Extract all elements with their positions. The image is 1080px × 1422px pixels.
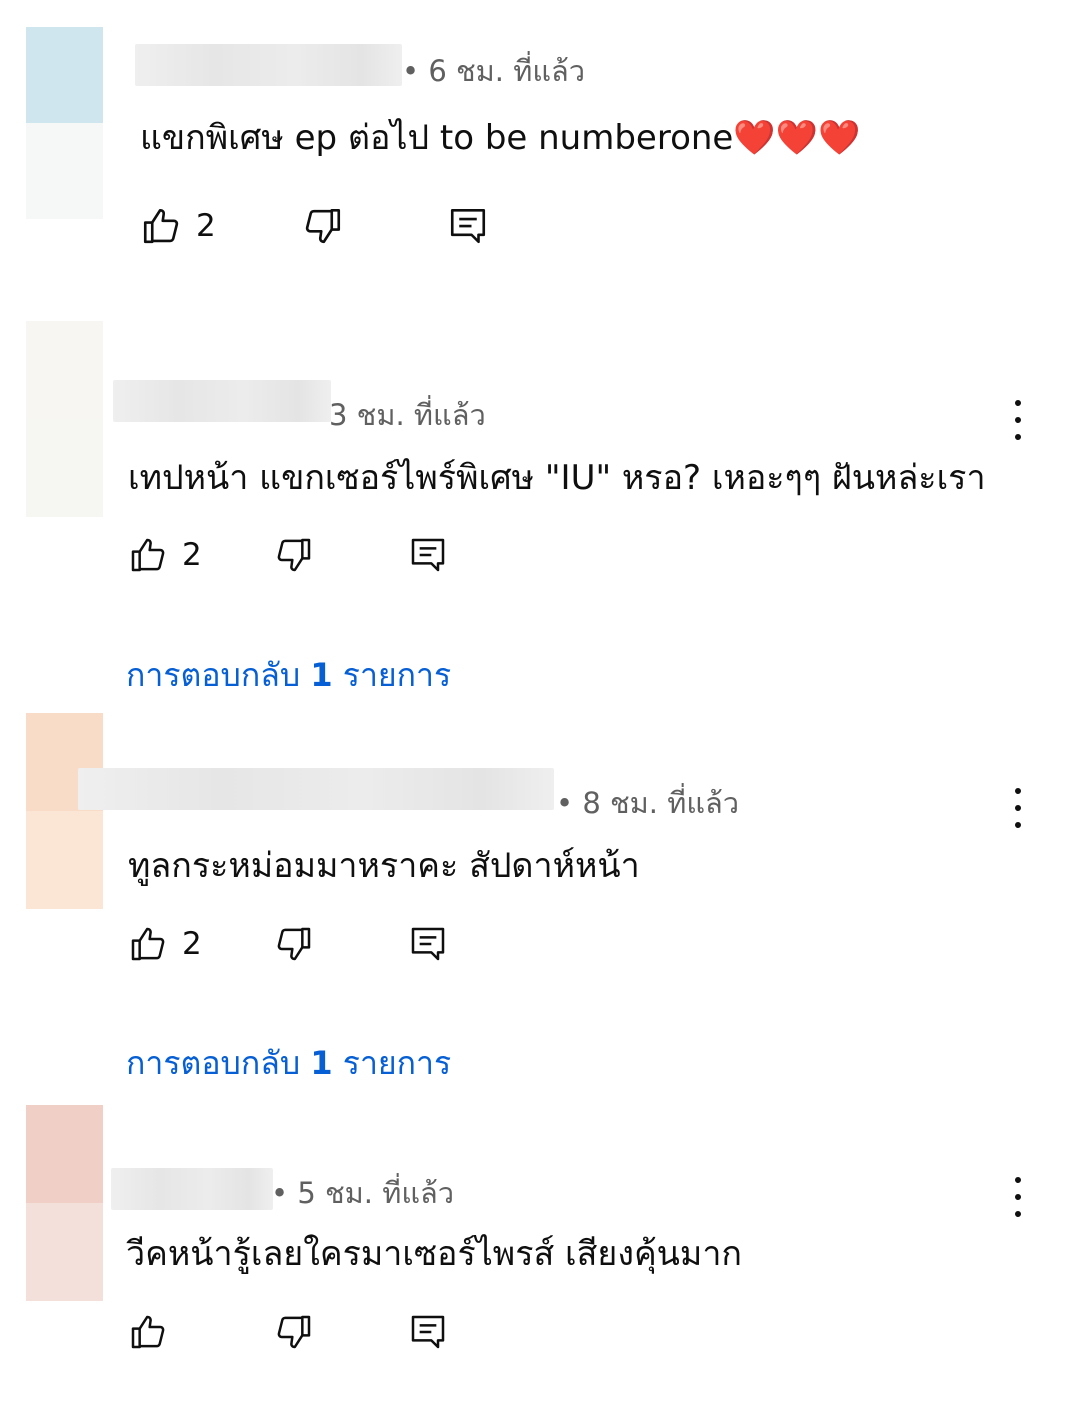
reply-button[interactable] [408, 924, 448, 964]
username-blurred[interactable] [135, 44, 402, 86]
reply-button[interactable] [408, 1312, 448, 1352]
dislike-button[interactable] [274, 1312, 314, 1352]
comment-reply-icon [411, 927, 445, 961]
avatar[interactable] [26, 1105, 103, 1301]
replies-unit: รายการ [342, 1044, 452, 1082]
comment-timestamp: 3 ชม. ที่แล้ว [329, 398, 486, 432]
replies-label: การตอบกลับ [126, 1044, 301, 1082]
view-replies-link[interactable]: การตอบกลับ 1 รายการ [126, 1038, 451, 1089]
heart-emojis: ❤️❤️❤️ [733, 118, 861, 158]
like-count: 2 [182, 537, 202, 573]
dislike-button[interactable] [274, 535, 314, 575]
replies-count: 1 [310, 656, 333, 694]
thumbs-up-icon [131, 927, 165, 961]
thumbs-down-icon [277, 538, 311, 572]
comment-reply-icon [450, 208, 486, 244]
like-button[interactable]: 2 [128, 535, 202, 575]
dislike-button[interactable] [302, 205, 344, 247]
more-options-button[interactable] [1008, 1177, 1028, 1217]
comment-text: ทูลกระหม่อมมาหราคะ สัปดาห์หน้า [128, 846, 640, 886]
comment-timestamp: • 6 ชม. ที่แล้ว [402, 54, 586, 88]
comment-body: แขกพิเศษ ep ต่อไป to be numberone [140, 118, 734, 158]
thumbs-up-icon [143, 208, 179, 244]
thumbs-down-icon [277, 1315, 311, 1349]
replies-label: การตอบกลับ [126, 656, 301, 694]
username-blurred[interactable] [78, 768, 554, 810]
comment-text: เทปหน้า แขกเซอร์ไพร์พิเศษ "IU" หรอ? เหอะ… [128, 458, 986, 498]
comment-reply-icon [411, 538, 445, 572]
comment-reply-icon [411, 1315, 445, 1349]
thumbs-down-icon [277, 927, 311, 961]
view-replies-link[interactable]: การตอบกลับ 1 รายการ [126, 650, 451, 701]
avatar[interactable] [26, 321, 103, 517]
comment-text: แขกพิเศษ ep ต่อไป to be numberone❤️❤️❤️ [140, 110, 860, 164]
like-button[interactable]: 2 [140, 205, 216, 247]
avatar[interactable] [26, 713, 103, 909]
thumbs-up-icon [131, 1315, 165, 1349]
more-options-button[interactable] [1008, 788, 1028, 828]
thumbs-up-icon [131, 538, 165, 572]
username-blurred[interactable] [113, 380, 331, 422]
username-blurred[interactable] [111, 1168, 273, 1210]
replies-count: 1 [310, 1044, 333, 1082]
thumbs-down-icon [305, 208, 341, 244]
comment-timestamp: • 5 ชม. ที่แล้ว [271, 1176, 455, 1210]
dislike-button[interactable] [274, 924, 314, 964]
like-button[interactable] [128, 1312, 182, 1352]
comment-text: วีคหน้ารู้เลยใครมาเซอร์ไพรส์ เสียงคุ้นมา… [126, 1234, 743, 1274]
replies-unit: รายการ [342, 656, 452, 694]
avatar[interactable] [26, 27, 103, 219]
like-count: 2 [196, 208, 216, 244]
more-options-button[interactable] [1008, 400, 1028, 440]
like-button[interactable]: 2 [128, 924, 202, 964]
reply-button[interactable] [447, 205, 489, 247]
reply-button[interactable] [408, 535, 448, 575]
like-count: 2 [182, 926, 202, 962]
comment-timestamp: • 8 ชม. ที่แล้ว [556, 786, 740, 820]
